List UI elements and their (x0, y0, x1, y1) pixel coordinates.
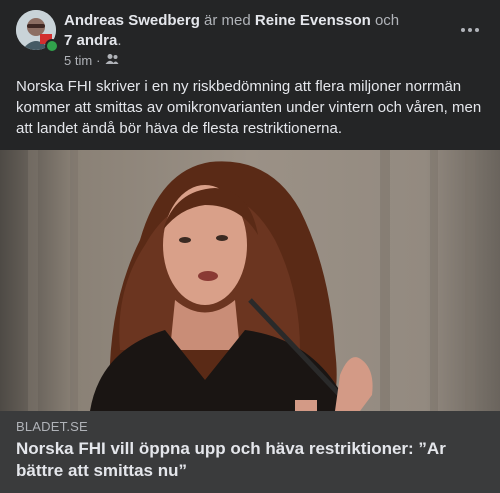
more-options-icon[interactable] (454, 22, 486, 38)
author-name[interactable]: Andreas Swedberg (64, 12, 200, 29)
post-text: Norska FHI skriver i en ny riskbedömning… (16, 78, 482, 137)
link-preview[interactable]: BLADET.SE Norska FHI vill öppna upp och … (0, 411, 500, 493)
others-link[interactable]: 7 andra (64, 32, 117, 49)
link-preview-image[interactable] (0, 150, 500, 411)
post-meta: 5 tim · (64, 53, 119, 68)
period: . (117, 32, 122, 49)
meta-separator: · (96, 53, 101, 68)
and-text: och (374, 12, 400, 29)
link-headline[interactable]: Norska FHI vill öppna upp och häva restr… (16, 438, 486, 482)
post-header: Andreas Swedberg är med Reine Evensson o… (16, 10, 486, 70)
online-status-dot (45, 39, 59, 53)
friends-icon[interactable] (105, 53, 119, 68)
author-line: Andreas Swedberg är med Reine Evensson o… (64, 11, 424, 51)
with-text: är med (204, 12, 251, 29)
link-domain: BLADET.SE (16, 419, 88, 434)
feed-post: Andreas Swedberg är med Reine Evensson o… (0, 0, 500, 493)
tagged-person[interactable]: Reine Evensson (255, 12, 371, 29)
post-time[interactable]: 5 tim (64, 53, 92, 68)
